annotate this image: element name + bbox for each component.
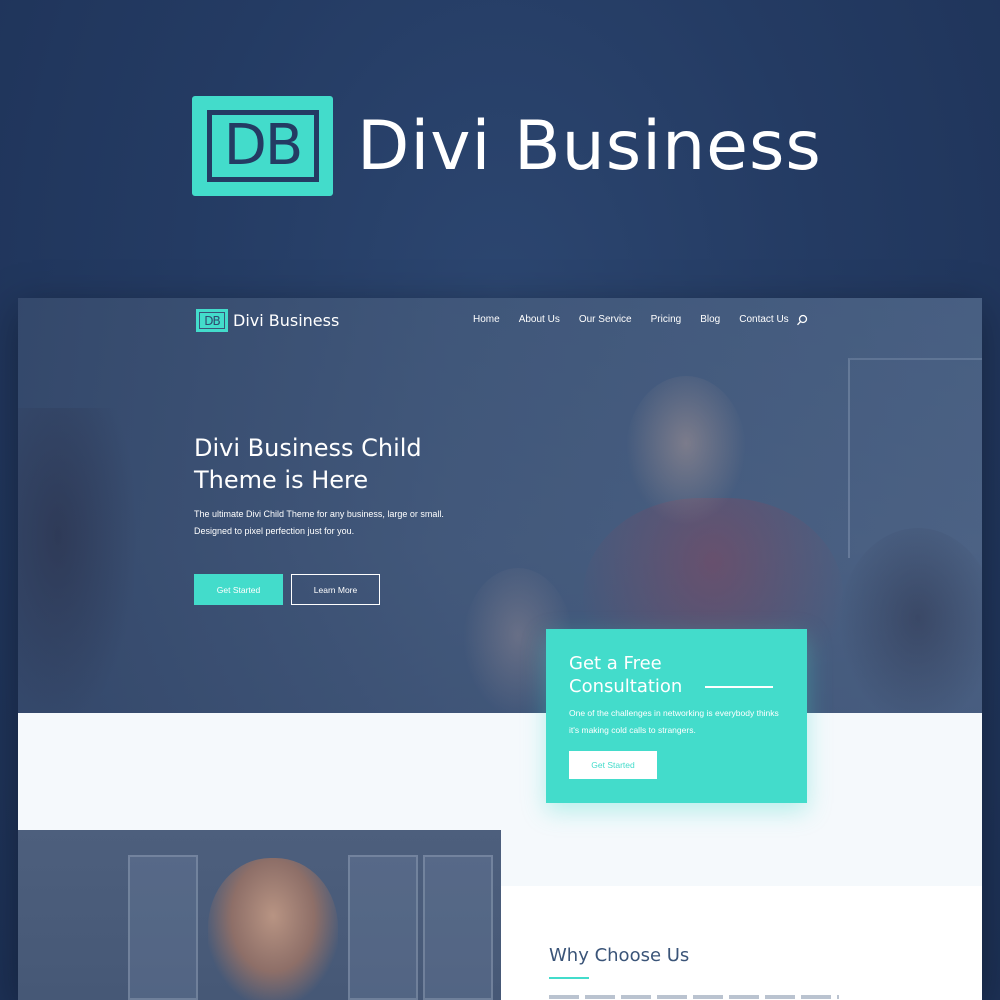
photo-window (423, 855, 493, 1000)
get-started-button[interactable]: Get Started (194, 574, 283, 605)
consultation-divider (705, 686, 773, 688)
hero-background-person (626, 376, 746, 526)
brand-header: DB Divi Business (192, 96, 822, 196)
nav-item-pricing[interactable]: Pricing (651, 314, 682, 325)
nav-item-home[interactable]: Home (473, 314, 500, 325)
why-choose-panel (501, 886, 982, 1000)
heading-underline (549, 977, 589, 979)
brand-logo-inner: DB (206, 110, 319, 182)
site-logo-inner: DB (199, 312, 225, 329)
nav-item-about-us[interactable]: About Us (519, 314, 560, 325)
learn-more-button[interactable]: Learn More (291, 574, 380, 605)
consultation-get-started-button[interactable]: Get Started (569, 751, 657, 779)
photo-window (128, 855, 198, 1000)
team-photo (18, 830, 501, 1000)
nav-item-our-service[interactable]: Our Service (579, 314, 632, 325)
truncated-paragraph (549, 995, 839, 999)
site-nav: DB Divi Business Home About Us Our Servi… (18, 298, 982, 344)
nav-item-contact-us[interactable]: Contact Us (739, 314, 788, 325)
photo-window (348, 855, 418, 1000)
brand-name: Divi Business (357, 106, 822, 186)
hero-background-person (18, 408, 138, 713)
site-logo[interactable]: DB (196, 309, 228, 332)
smiling-man-photo (208, 858, 338, 1000)
hero-section: DB Divi Business Home About Us Our Servi… (18, 298, 982, 713)
nav-menu: Home About Us Our Service Pricing Blog C… (473, 314, 808, 325)
consultation-description: One of the challenges in networking is e… (569, 708, 779, 735)
site-logo-text: DB (204, 313, 221, 328)
brand-logo-text: DB (223, 113, 304, 178)
brand-logo: DB (192, 96, 333, 196)
hero-description: The ultimate Divi Child Theme for any bu… (194, 509, 444, 536)
website-preview: DB Divi Business Home About Us Our Servi… (18, 298, 982, 1000)
consultation-card: Get a Free Consultation One of the chall… (546, 629, 807, 803)
why-choose-title: Why Choose Us (549, 945, 690, 966)
nav-item-blog[interactable]: Blog (700, 314, 720, 325)
consultation-title: Get a Free Consultation (569, 653, 683, 697)
search-icon[interactable] (796, 314, 808, 326)
site-name[interactable]: Divi Business (233, 311, 339, 330)
hero-title: Divi Business Child Theme is Here (194, 434, 422, 494)
